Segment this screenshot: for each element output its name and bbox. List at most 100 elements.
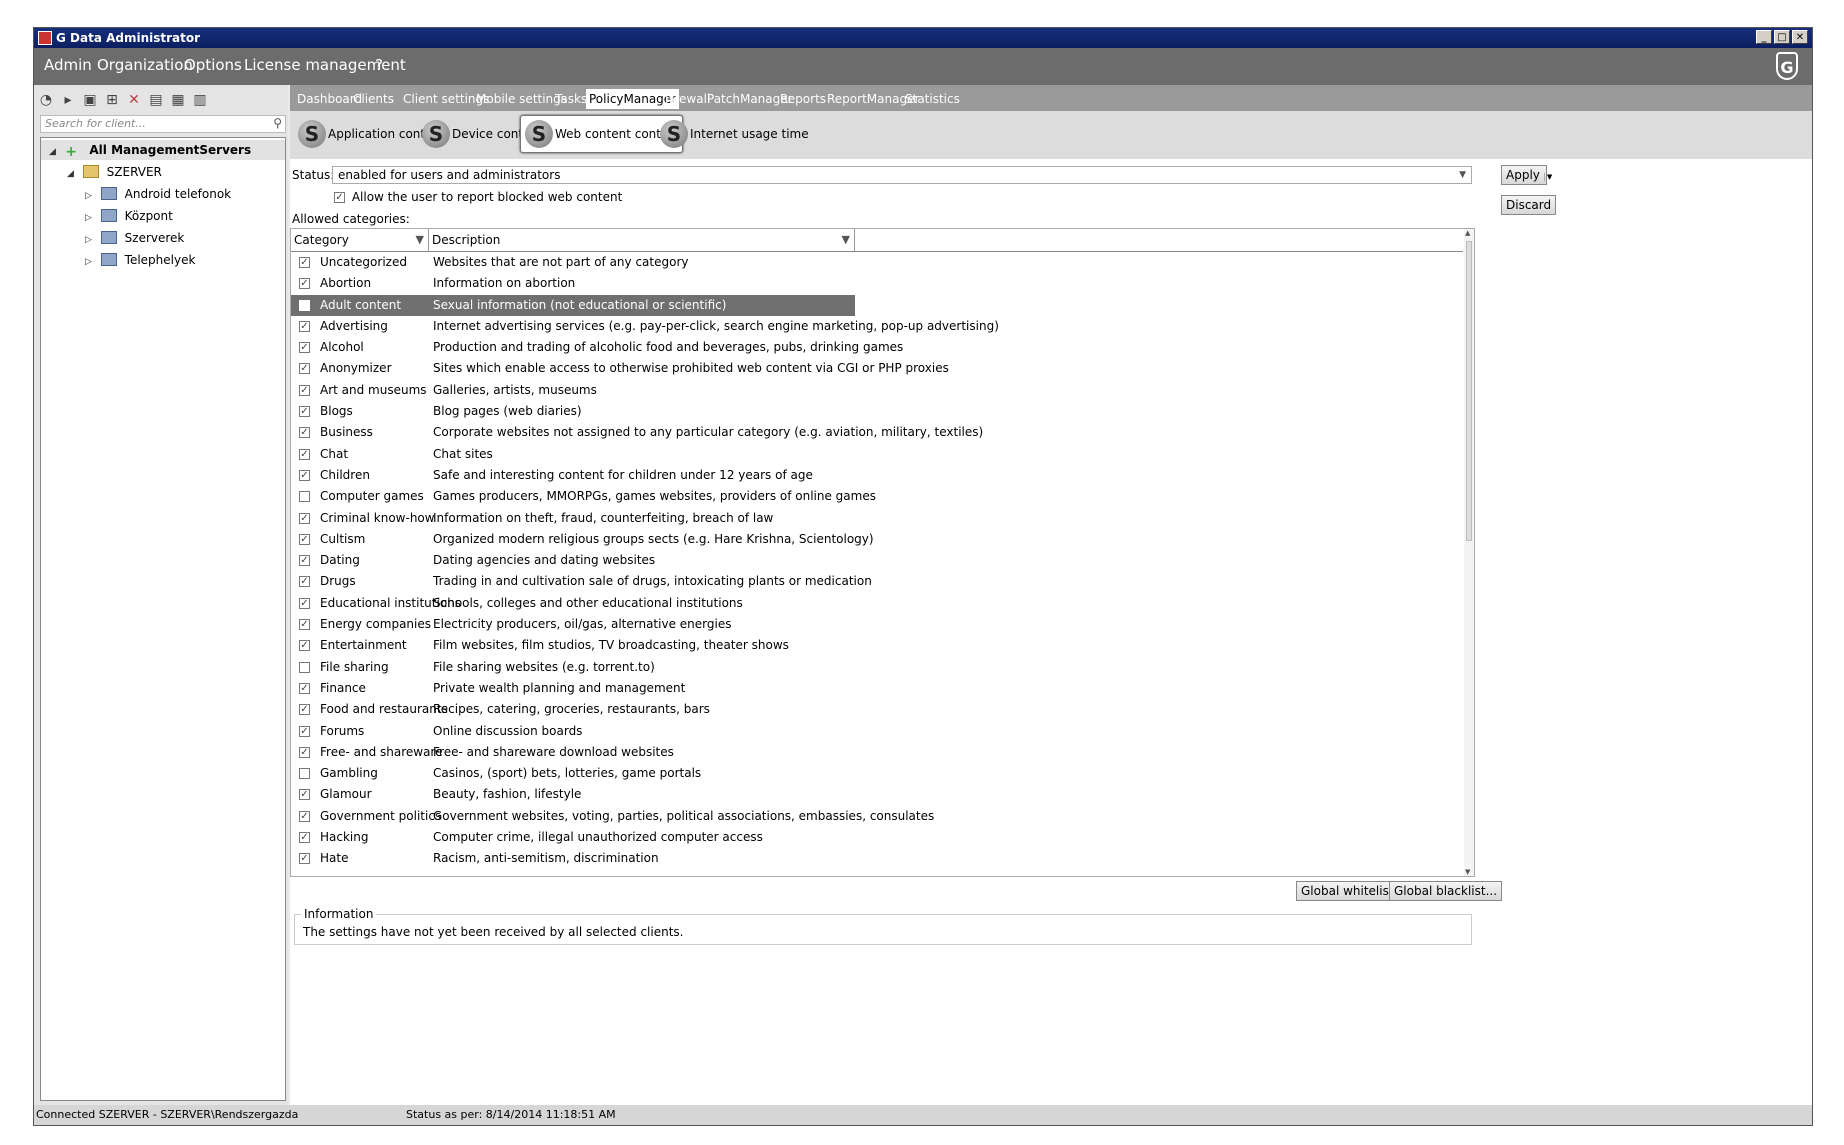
category-checkbox[interactable]: ✓ (299, 406, 310, 418)
category-checkbox[interactable]: ✓ (299, 640, 310, 652)
category-checkbox[interactable]: ✓ (299, 576, 310, 588)
discard-button[interactable]: Discard (1501, 195, 1557, 215)
category-checkbox[interactable]: ✓ (299, 342, 310, 354)
category-row[interactable]: ✓ Business Corporate websites not assigned… (291, 422, 1463, 443)
category-checkbox[interactable]: ✓ (299, 619, 310, 631)
dropdown-arrow-icon[interactable]: ▼ (1543, 173, 1553, 181)
menu-help[interactable]: ? (375, 56, 383, 74)
tree-node-group[interactable]: ▷ Központ (85, 206, 173, 226)
category-row[interactable]: ✓ Finance Private wealth planning and mana… (291, 678, 1463, 699)
category-checkbox[interactable]: ✓ (299, 810, 310, 822)
category-checkbox[interactable]: ✓ (299, 853, 310, 865)
category-row[interactable]: ✓ Dating Dating agencies and dating websit… (291, 550, 1463, 571)
subtab-internet-usage-time[interactable]: S Internet usage time (656, 115, 815, 153)
category-checkbox[interactable]: ✓ (299, 746, 310, 758)
allow-report-checkbox[interactable]: ✓ (334, 192, 345, 203)
category-checkbox[interactable]: ✓ (299, 320, 310, 332)
add-client-icon[interactable]: ▣ (82, 92, 98, 108)
category-checkbox[interactable]: ✓ (299, 384, 310, 396)
category-row[interactable]: ✓ Chat Chat sites (291, 444, 1463, 465)
category-row[interactable]: ✓ Children Safe and interesting content fo… (291, 465, 1463, 486)
category-checkbox[interactable]: ✓ (299, 469, 310, 481)
tree-node-group[interactable]: ▷ Szerverek (85, 228, 184, 248)
tree-node-group[interactable]: ▷ Telephelyek (85, 250, 195, 270)
category-checkbox[interactable]: ✓ (299, 257, 310, 268)
tree-root[interactable]: ◢ + All ManagementServers (41, 140, 285, 160)
minimize-button[interactable]: _ (1756, 30, 1772, 44)
status-select[interactable]: enabled for users and administrators ▼ (332, 166, 1472, 184)
category-checkbox[interactable]: ✓ (299, 363, 310, 375)
category-row[interactable]: ✓ Glamour Beauty, fashion, lifestyle (291, 784, 1463, 805)
menu-options[interactable]: Options (184, 56, 242, 74)
filter-icon[interactable]: ▼ (416, 229, 424, 251)
scroll-up-icon[interactable]: ▲ (1465, 229, 1470, 237)
tree-node-group[interactable]: ▷ Android telefonok (85, 184, 231, 204)
category-checkbox[interactable]: ✓ (299, 555, 310, 567)
category-checkbox[interactable]: ✓ (299, 427, 310, 439)
refresh-icon[interactable]: ◔ (38, 92, 54, 108)
category-row[interactable]: ✓ Hate Racism, anti-semitism, discriminati… (291, 848, 1463, 869)
scroll-down-icon[interactable]: ▼ (1465, 868, 1470, 876)
collapse-icon[interactable]: ◢ (49, 142, 61, 162)
category-checkbox[interactable]: ✓ (299, 725, 310, 737)
category-checkbox[interactable]: ✓ (299, 278, 310, 290)
category-checkbox[interactable] (299, 661, 310, 673)
category-checkbox[interactable]: ✓ (299, 704, 310, 716)
category-row[interactable]: Adult content Sexual information (not edu… (291, 294, 855, 316)
expand-icon[interactable]: ▷ (85, 208, 97, 228)
close-button[interactable]: ✕ (1792, 30, 1808, 44)
category-checkbox[interactable]: ✓ (299, 597, 310, 609)
play-icon[interactable]: ▸ (60, 92, 76, 108)
category-checkbox[interactable]: ✓ (299, 682, 310, 694)
collapse-icon[interactable]: ◢ (67, 164, 79, 184)
expand-icon[interactable]: ▷ (85, 230, 97, 250)
category-checkbox[interactable]: ✓ (299, 789, 310, 801)
category-row[interactable]: ✓ Government politics Government websites,… (291, 806, 1463, 827)
category-row[interactable]: ✓ Uncategorized Websites that are not part… (291, 252, 1463, 273)
delete-icon[interactable]: ✕ (126, 92, 142, 108)
search-icon[interactable]: ⚲ (273, 116, 282, 130)
category-row[interactable]: ✓ Blogs Blog pages (web diaries) (291, 401, 1463, 422)
menu-organization[interactable]: Organization (97, 56, 193, 74)
dropdown-arrow-icon[interactable]: ▼ (1459, 167, 1466, 184)
category-checkbox[interactable]: ✓ (299, 448, 310, 460)
category-row[interactable]: File sharing File sharing websites (e.g. … (291, 657, 1463, 678)
grid-scrollbar[interactable]: ▲ ▼ (1464, 229, 1474, 876)
category-row[interactable]: ✓ Energy companies Electricity producers, … (291, 614, 1463, 635)
network-icon[interactable]: ⊞ (104, 92, 120, 108)
tab-reports[interactable]: Reports (777, 89, 829, 109)
expand-icon[interactable]: ▷ (85, 252, 97, 272)
category-row[interactable]: ✓ Cultism Organized modern religious group… (291, 529, 1463, 550)
column-category[interactable]: Category ▼ (291, 229, 429, 251)
category-row[interactable]: ✓ Hacking Computer crime, illegal unauthor… (291, 827, 1463, 848)
tab-tasks[interactable]: Tasks (552, 89, 590, 109)
category-checkbox[interactable] (299, 299, 310, 311)
tab-statistics[interactable]: Statistics (902, 89, 963, 109)
category-row[interactable]: ✓ Entertainment Film websites, film studio… (291, 635, 1463, 656)
category-checkbox[interactable]: ✓ (299, 512, 310, 524)
apply-button[interactable]: Apply ▼ (1501, 165, 1553, 185)
scroll-thumb[interactable] (1466, 241, 1472, 541)
category-row[interactable]: ✓ Advertising Internet advertising service… (291, 316, 1463, 337)
category-row[interactable]: ✓ Food and restaurants Recipes, catering, … (291, 699, 1463, 720)
category-checkbox[interactable] (299, 768, 310, 780)
global-blacklist-button[interactable]: Global blacklist... (1389, 881, 1503, 901)
expand-icon[interactable]: ▷ (85, 186, 97, 206)
category-row[interactable]: ✓ Anonymizer Sites which enable access to … (291, 358, 1463, 379)
category-row[interactable]: ✓ Drugs Trading in and cultivation sale of… (291, 571, 1463, 592)
filter-icon[interactable]: ▼ (842, 229, 850, 251)
allow-report-option[interactable]: ✓ Allow the user to report blocked web c… (334, 190, 622, 204)
export-icon[interactable]: ▥ (192, 92, 208, 108)
maximize-button[interactable]: □ (1774, 30, 1790, 44)
column-description[interactable]: Description ▼ (429, 229, 855, 251)
client-search-input[interactable]: Search for client... ⚲ (40, 115, 286, 133)
category-checkbox[interactable]: ✓ (299, 832, 310, 844)
client-icon[interactable]: ▤ (148, 92, 164, 108)
category-row[interactable]: ✓ Art and museums Galleries, artists, muse… (291, 380, 1463, 401)
menu-admin[interactable]: Admin (44, 56, 92, 74)
monitor-icon[interactable]: ▦ (170, 92, 186, 108)
category-row[interactable]: ✓ Free- and shareware Free- and shareware … (291, 742, 1463, 763)
tree-node-server[interactable]: ◢ SZERVER (67, 162, 162, 182)
category-checkbox[interactable]: ✓ (299, 533, 310, 545)
category-checkbox[interactable] (299, 491, 310, 503)
